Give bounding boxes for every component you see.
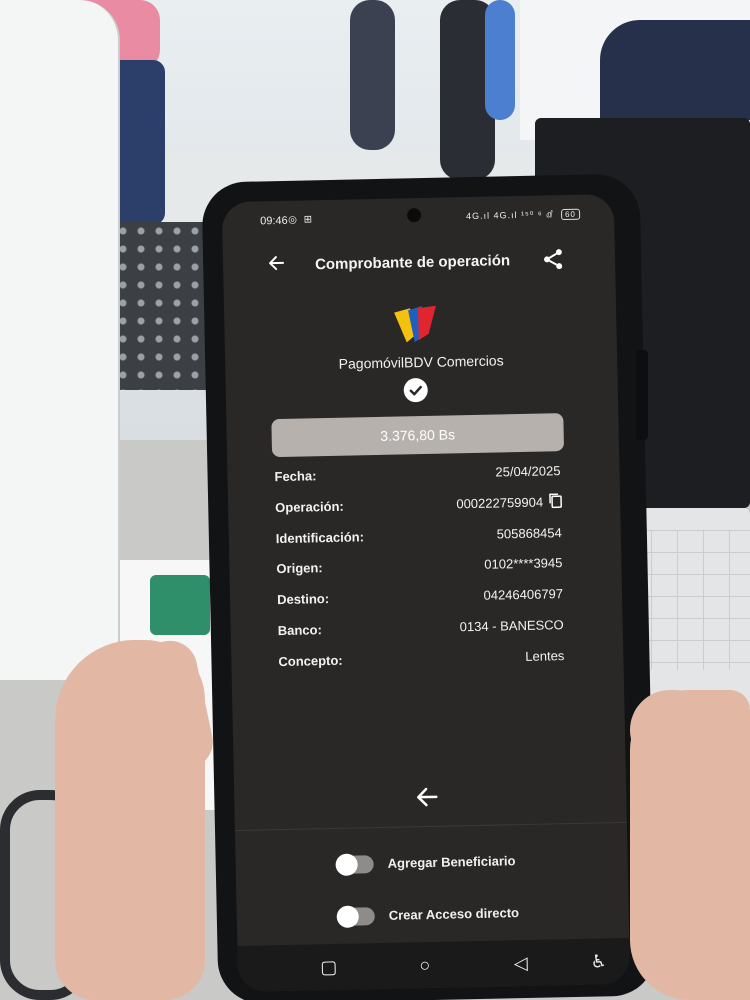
detail-row-concepto: Concepto: Lentes bbox=[276, 648, 569, 685]
back-icon[interactable]: ◁ bbox=[510, 952, 532, 974]
toggle-crear-acceso-directo[interactable]: Crear Acceso directo bbox=[336, 900, 597, 929]
battery-icon: 60 bbox=[560, 208, 581, 221]
detail-value: 04246406797 bbox=[483, 586, 564, 603]
arrow-left-icon[interactable] bbox=[412, 784, 443, 815]
divider bbox=[234, 821, 627, 832]
transaction-details: Fecha: 25/04/2025 Operación: 00022275990… bbox=[272, 463, 568, 685]
check-circle-icon bbox=[403, 377, 428, 403]
background-machine bbox=[0, 0, 120, 680]
recents-icon[interactable]: ▢ bbox=[318, 956, 340, 978]
detail-label: Operación: bbox=[275, 498, 344, 515]
share-icon[interactable] bbox=[541, 247, 570, 276]
background-person bbox=[485, 0, 515, 120]
bdv-logo bbox=[392, 304, 439, 345]
page-title: Comprobante de operación bbox=[314, 252, 511, 274]
toggle-switch[interactable] bbox=[335, 853, 374, 876]
toggle-label: Crear Acceso directo bbox=[388, 905, 520, 923]
amount-display: 3.376,80 Bs bbox=[271, 413, 565, 458]
detail-value: Lentes bbox=[525, 647, 565, 664]
detail-label: Origen: bbox=[276, 560, 323, 577]
hand-right-finger bbox=[630, 690, 715, 770]
phone-side-button bbox=[636, 350, 648, 440]
toggle-agregar-beneficiario[interactable]: Agregar Beneficiario bbox=[335, 849, 595, 878]
background-paper-logo bbox=[150, 575, 210, 635]
accessibility-icon[interactable]: ♿ bbox=[588, 950, 610, 972]
toggle-label: Agregar Beneficiario bbox=[387, 853, 516, 871]
status-left-icons: ◎ ⊞ bbox=[288, 214, 315, 226]
status-right-icons: 4G.ıl 4G.ıl ¹⁵⁰ ⁶ ⅆ 60 bbox=[466, 208, 581, 222]
system-nav-bar: ▢ ○ ◁ ♿ bbox=[237, 937, 631, 993]
status-time: 09:46 bbox=[260, 214, 288, 228]
app-bar: Comprobante de operación bbox=[223, 240, 616, 288]
detail-label: Destino: bbox=[276, 591, 330, 608]
home-icon[interactable]: ○ bbox=[414, 954, 436, 976]
toggle-knob bbox=[336, 905, 359, 928]
toggle-switch[interactable] bbox=[336, 905, 375, 928]
background-person bbox=[600, 20, 750, 120]
detail-value: 000222759904 bbox=[456, 494, 544, 512]
detail-value: 0134 - BANESCO bbox=[459, 617, 564, 635]
background-person bbox=[350, 0, 395, 150]
detail-value: 25/04/2025 bbox=[495, 463, 561, 480]
brand-name: PagomóvilBDV Comercios bbox=[338, 352, 504, 372]
detail-label: Identificación: bbox=[275, 528, 365, 546]
signal-icons: 4G.ıl 4G.ıl ¹⁵⁰ ⁶ ⅆ bbox=[466, 209, 554, 222]
copy-icon[interactable] bbox=[547, 492, 563, 508]
toggle-knob bbox=[335, 853, 358, 876]
arrow-left-icon[interactable] bbox=[263, 253, 292, 282]
detail-label: Concepto: bbox=[278, 652, 343, 669]
detail-value: 505868454 bbox=[496, 524, 562, 542]
phone-screen: 09:46 ◎ ⊞ 4G.ıl 4G.ıl ¹⁵⁰ ⁶ ⅆ 60 Comprob… bbox=[221, 193, 631, 993]
detail-label: Banco: bbox=[277, 622, 322, 639]
detail-label: Fecha: bbox=[274, 468, 317, 485]
detail-value: 0102****3945 bbox=[484, 555, 563, 573]
